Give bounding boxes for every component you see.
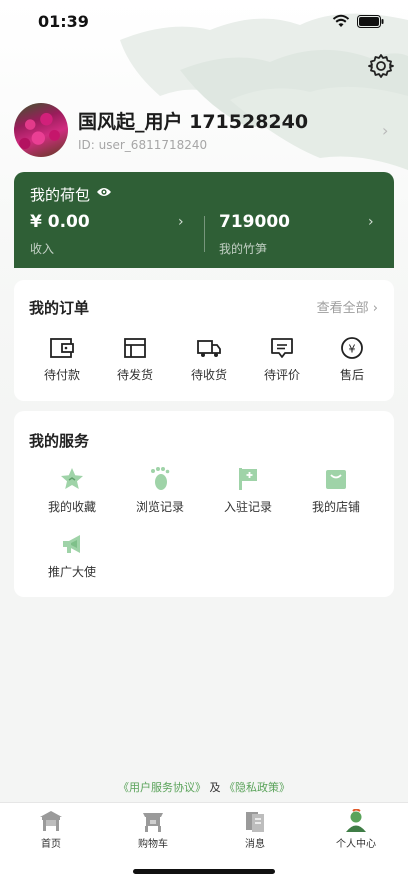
service-settlement[interactable]: 入驻记录	[208, 466, 288, 515]
shop-bag-icon	[326, 470, 346, 489]
tab-label: 消息	[245, 839, 265, 850]
megaphone-icon	[63, 535, 80, 553]
order-after-sales[interactable]: ¥ 售后	[322, 336, 382, 383]
svg-text:¥: ¥	[349, 343, 356, 356]
flag-plus-icon	[239, 468, 257, 490]
divider	[204, 216, 205, 252]
chevron-right-icon: ›	[178, 214, 184, 230]
user-id: ID: user_6811718240	[78, 138, 208, 152]
home-pavilion-icon	[40, 811, 62, 831]
wallet-card: 我的荷包 ¥ 0.00 收入 › 719000 我的竹笋 ›	[14, 172, 394, 268]
tab-profile[interactable]: 个人中心	[316, 809, 396, 850]
order-label: 待发货	[116, 368, 153, 382]
wallet-title: 我的荷包	[30, 186, 91, 204]
service-label: 推广大使	[47, 565, 96, 579]
chevron-right-icon: ›	[368, 214, 374, 230]
agreement-conjunction: 及	[206, 781, 224, 794]
tab-label: 购物车	[138, 839, 168, 850]
chevron-right-icon: ›	[382, 121, 389, 140]
user-agreement-link[interactable]: 《用户服务协议》	[118, 781, 206, 794]
service-label: 浏览记录	[135, 500, 184, 514]
orders-card: 我的订单 查看全部 › 待付款 待发货 待收货 待评价 ¥ 售后	[14, 280, 394, 401]
settings-button[interactable]	[367, 52, 395, 80]
gear-icon	[368, 54, 394, 78]
service-promoter[interactable]: 推广大使	[32, 531, 112, 580]
delivery-truck-icon	[197, 340, 221, 357]
tab-messages[interactable]: 消息	[215, 809, 295, 850]
services-title: 我的服务	[29, 432, 90, 450]
view-all-orders-link[interactable]: 查看全部 ›	[317, 297, 378, 316]
status-bar: 01:39	[0, 0, 408, 46]
username: 国风起_用户 171528240	[78, 111, 309, 133]
profile-icon	[346, 809, 366, 832]
status-time: 01:39	[38, 12, 89, 31]
after-sales-icon: ¥	[341, 337, 363, 359]
cart-icon	[143, 813, 163, 832]
message-icon	[246, 812, 264, 832]
service-label: 我的收藏	[47, 500, 96, 514]
pending-review-icon	[271, 338, 293, 358]
service-label: 入驻记录	[223, 500, 272, 514]
order-label: 待评价	[263, 368, 300, 382]
tab-label: 个人中心	[336, 839, 376, 850]
view-all-label: 查看全部	[316, 301, 369, 316]
service-history[interactable]: 浏览记录	[120, 466, 200, 515]
agreement-links: 《用户服务协议》 及 《隐私政策》	[0, 779, 408, 795]
order-label: 待收货	[190, 368, 227, 382]
profile-header[interactable]: 国风起_用户 171528240 ID: user_6811718240 ›	[14, 103, 394, 159]
income-label: 收入	[30, 242, 55, 256]
home-indicator	[133, 869, 275, 874]
order-pending-review[interactable]: 待评价	[252, 336, 312, 383]
tab-home[interactable]: 首页	[11, 809, 91, 850]
pending-shipment-icon	[124, 338, 146, 358]
income-amount: ¥ 0.00	[30, 212, 90, 232]
star-favorites-icon	[61, 468, 83, 489]
bamboo-amount: 719000	[219, 212, 290, 232]
order-label: 待付款	[43, 368, 80, 382]
battery-icon	[357, 15, 384, 28]
order-pending-receipt[interactable]: 待收货	[179, 336, 239, 383]
footprint-icon	[151, 467, 170, 490]
services-card: 我的服务 我的收藏 浏览记录 入驻记录 我的店铺 推广大使	[14, 411, 394, 597]
tab-cart[interactable]: 购物车	[113, 809, 193, 850]
order-label: 售后	[339, 368, 364, 382]
order-pending-payment[interactable]: 待付款	[32, 336, 92, 383]
eye-icon[interactable]	[96, 186, 112, 198]
privacy-policy-link[interactable]: 《隐私政策》	[224, 781, 290, 794]
service-my-shop[interactable]: 我的店铺	[296, 466, 376, 515]
order-pending-shipment[interactable]: 待发货	[105, 336, 165, 383]
tab-label: 首页	[41, 839, 61, 850]
service-favorites[interactable]: 我的收藏	[32, 466, 112, 515]
orders-title: 我的订单	[29, 299, 90, 317]
bamboo-label: 我的竹笋	[219, 242, 268, 256]
wifi-icon	[332, 14, 350, 27]
avatar[interactable]	[14, 103, 68, 157]
service-label: 我的店铺	[311, 500, 360, 514]
pending-payment-icon	[50, 338, 74, 358]
